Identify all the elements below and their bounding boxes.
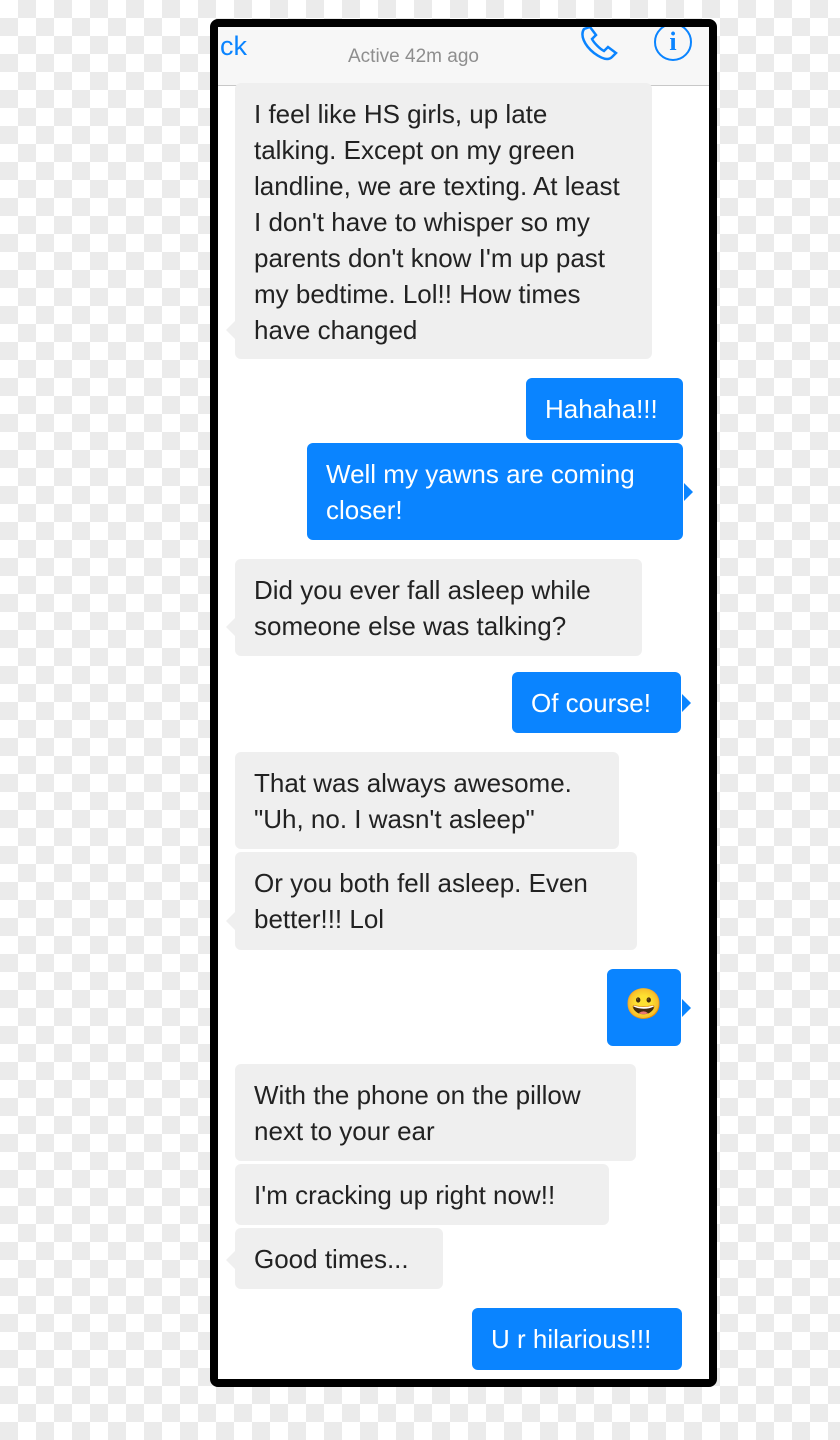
message-bubble-outgoing: 😀	[607, 969, 691, 1046]
phone-icon[interactable]	[578, 27, 624, 67]
message-bubble-incoming: Good times...	[226, 1228, 443, 1289]
message-bubble-incoming: Did you ever fall asleep while someone e…	[226, 559, 642, 656]
back-button[interactable]: ck	[220, 31, 247, 62]
message-bubble-outgoing: Of course!	[512, 672, 691, 733]
message-bubble-outgoing: Well my yawns are coming closer!	[307, 443, 693, 540]
message-bubble-incoming: With the phone on the pillow next to you…	[235, 1064, 636, 1161]
message-bubble-incoming: I feel like HS girls, up late talking. E…	[226, 83, 652, 359]
message-bubble-incoming: I'm cracking up right now!!	[235, 1164, 609, 1225]
active-status: Active 42m ago	[348, 46, 479, 67]
info-icon[interactable]: i	[654, 27, 692, 61]
grinning-face-emoji: 😀	[625, 988, 663, 1021]
message-bubble-outgoing: U r hilarious!!!	[472, 1308, 682, 1370]
phone-screen: ck Active 42m ago i I feel like HS girls…	[210, 19, 717, 1387]
message-bubble-incoming: Or you both fell asleep. Even better!!! …	[226, 852, 637, 950]
message-bubble-incoming: That was always awesome. "Uh, no. I wasn…	[235, 752, 619, 849]
conversation-header: ck Active 42m ago i	[218, 27, 709, 86]
message-bubble-outgoing: Hahaha!!!	[526, 378, 683, 440]
